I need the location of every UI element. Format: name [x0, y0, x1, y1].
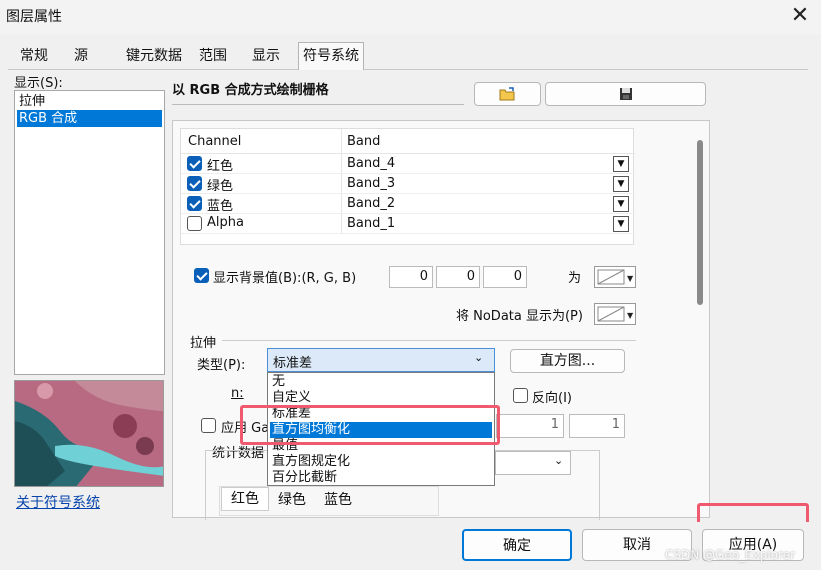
table-row: Alpha Band_1 ▼: [181, 214, 635, 234]
chevron-down-icon: ⌄: [554, 454, 564, 467]
background-color-swatch[interactable]: ▼: [594, 266, 636, 288]
svg-text:▼: ▼: [627, 274, 634, 283]
gamma-input-2[interactable]: 1: [569, 414, 625, 438]
invert-label: 反向(I): [532, 391, 572, 406]
tab-blue[interactable]: 蓝色: [316, 489, 360, 509]
svg-text:▼: ▼: [627, 311, 634, 320]
watermark: CSDN @Geo_Explorer: [665, 548, 796, 562]
stretch-group-label: 拉伸: [190, 336, 217, 351]
n-label: n:: [231, 386, 244, 401]
save-layer-file-button[interactable]: [545, 82, 706, 106]
as-label: 为: [568, 271, 582, 286]
header-band: Band: [347, 134, 381, 149]
tab-divider: [8, 69, 808, 70]
invert-checkbox[interactable]: [513, 388, 528, 403]
background-g-input[interactable]: 0: [436, 266, 480, 288]
save-disk-icon: [619, 87, 633, 105]
band-blue-dropdown-icon[interactable]: ▼: [613, 196, 629, 212]
tab-general[interactable]: 常规: [16, 44, 52, 68]
channel-band-table: Channel Band 红色 Band_4 ▼ 绿色 Band_3 ▼ 蓝色 …: [180, 128, 635, 245]
histogram-button[interactable]: 直方图...: [510, 349, 625, 373]
gamma-input-1[interactable]: 1: [496, 414, 564, 438]
table-row: 红色 Band_4 ▼: [181, 154, 635, 174]
channel-red-label: 红色: [207, 159, 234, 174]
raster-preview-image: [14, 380, 164, 487]
background-value-checkbox[interactable]: [194, 268, 209, 283]
stretch-type-label: 类型(P):: [197, 358, 246, 373]
annotation-highlight-box: [240, 405, 500, 445]
title-bar: [0, 0, 821, 34]
band-alpha-value[interactable]: Band_1: [347, 216, 395, 231]
band-green-dropdown-icon[interactable]: ▼: [613, 176, 629, 192]
channel-green-checkbox[interactable]: [187, 176, 202, 191]
channel-blue-checkbox[interactable]: [187, 196, 202, 211]
table-header: [181, 129, 635, 154]
tab-red[interactable]: 红色: [221, 487, 269, 511]
channel-green-label: 绿色: [207, 179, 234, 194]
renderer-heading: 以 RGB 合成方式绘制栅格: [172, 83, 329, 98]
option-histogram-specification[interactable]: 直方图规定化: [270, 454, 492, 470]
background-r-input[interactable]: 0: [389, 266, 433, 288]
option-none[interactable]: 无: [270, 374, 492, 390]
band-red-dropdown-icon[interactable]: ▼: [613, 156, 629, 172]
list-item-rgb-composite[interactable]: RGB 合成: [17, 110, 162, 127]
table-row: 绿色 Band_3 ▼: [181, 174, 635, 194]
table-row: 蓝色 Band_2 ▼: [181, 194, 635, 214]
stretch-type-value: 标准差: [273, 356, 313, 371]
apply-gamma-checkbox[interactable]: [201, 418, 216, 433]
channel-blue-label: 蓝色: [207, 199, 234, 214]
channel-red-checkbox[interactable]: [187, 156, 202, 171]
show-label: 显示(S):: [14, 76, 63, 91]
header-channel: Channel: [188, 134, 242, 149]
heading-rule: [172, 104, 464, 105]
tab-green[interactable]: 绿色: [270, 489, 314, 509]
tab-symbology[interactable]: 符号系统: [298, 42, 364, 70]
window-title: 图层属性: [6, 9, 62, 25]
nodata-color-swatch[interactable]: ▼: [594, 303, 636, 325]
tab-extent[interactable]: 范围: [195, 44, 231, 68]
nodata-label: 将 NoData 显示为(P): [456, 309, 583, 324]
background-b-input[interactable]: 0: [483, 266, 527, 288]
option-percent-clip[interactable]: 百分比截断: [270, 470, 492, 486]
band-blue-value[interactable]: Band_2: [347, 196, 395, 211]
band-alpha-dropdown-icon[interactable]: ▼: [613, 216, 629, 232]
renderer-list[interactable]: 拉伸 RGB 合成: [14, 90, 165, 375]
scrollbar-thumb[interactable]: [697, 140, 703, 305]
about-symbology-link[interactable]: 关于符号系统: [16, 492, 100, 512]
tab-source[interactable]: 源: [70, 44, 92, 68]
footer-bar: [0, 522, 821, 570]
background-value-label: 显示背景值(B):(R, G, B): [213, 271, 357, 286]
tab-key-metadata[interactable]: 键元数据: [122, 44, 186, 68]
close-icon[interactable]: ✕: [786, 2, 814, 30]
open-layer-file-button[interactable]: [474, 82, 541, 106]
channel-alpha-checkbox[interactable]: [187, 216, 202, 231]
channel-alpha-label: Alpha: [207, 215, 244, 230]
band-green-value[interactable]: Band_3: [347, 176, 395, 191]
band-red-value[interactable]: Band_4: [347, 156, 395, 171]
tab-display[interactable]: 显示: [248, 44, 284, 68]
ok-button[interactable]: 确定: [462, 529, 572, 561]
open-folder-icon: [499, 87, 517, 105]
stretch-group-rule: [222, 340, 636, 341]
stretch-type-select[interactable]: 标准差 ⌄: [267, 348, 495, 372]
option-custom[interactable]: 自定义: [270, 390, 492, 406]
chevron-down-icon: ⌄: [474, 351, 484, 364]
statistics-select[interactable]: ⌄: [495, 451, 571, 475]
list-item-stretch[interactable]: 拉伸: [17, 93, 162, 110]
